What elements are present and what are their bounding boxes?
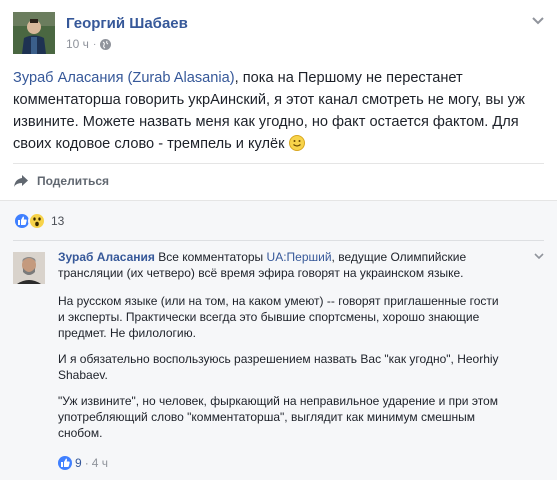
share-icon: [14, 175, 28, 187]
footer-separator: ·: [84, 456, 89, 470]
comments-section: 13 Зураб Аласания Все комментаторы UA:Пе…: [0, 200, 557, 480]
author-avatar[interactable]: [13, 12, 55, 54]
post-meta: 10 ч ·: [66, 37, 112, 51]
meta-separator: ·: [92, 38, 97, 50]
comment-time[interactable]: 4 ч: [92, 456, 108, 470]
author-name[interactable]: Георгий Шабаев: [66, 15, 188, 32]
comment-paragraph: И я обязательно воспользуюсь разрешением…: [58, 352, 499, 382]
post-body: Зураб Аласания (Zurab Alasania), пока на…: [13, 67, 548, 155]
comment-paragraph: Зураб Аласания Все комментаторы UA:Перши…: [58, 249, 508, 281]
smile-emoji-icon: [288, 135, 305, 151]
reactions-summary[interactable]: 13: [13, 212, 64, 230]
commenter-name[interactable]: Зураб Аласания: [58, 250, 155, 264]
like-icon[interactable]: [58, 456, 72, 470]
reaction-count[interactable]: 13: [51, 214, 64, 228]
comment-like-count[interactable]: 9: [75, 456, 82, 470]
globe-icon[interactable]: [100, 38, 112, 50]
comment-text: Все комментаторы: [154, 250, 267, 264]
comment-paragraph: "Уж извините", но человек, фыркающий на …: [58, 394, 498, 440]
share-button[interactable]: Поделиться: [13, 174, 109, 188]
facebook-post: Георгий Шабаев 10 ч · Зураб Аласания (Zu…: [0, 0, 557, 480]
chevron-down-icon[interactable]: [532, 17, 544, 25]
comment-paragraph: На русском языке (или на том, на каком у…: [58, 294, 499, 340]
post-mention-link[interactable]: Зураб Аласания (Zurab Alasania): [13, 70, 235, 86]
comment-footer: 9 · 4 ч: [58, 456, 108, 470]
comment-options-icon[interactable]: [534, 253, 544, 259]
divider: [13, 240, 544, 241]
page-link[interactable]: UA:Перший: [267, 250, 332, 264]
wow-reaction-icon: [28, 212, 46, 230]
commenter-avatar[interactable]: [13, 252, 45, 284]
comment: Зураб Аласания Все комментаторы UA:Перши…: [58, 249, 508, 451]
post-time[interactable]: 10 ч: [66, 37, 89, 51]
share-label: Поделиться: [37, 174, 110, 188]
divider: [13, 163, 544, 164]
